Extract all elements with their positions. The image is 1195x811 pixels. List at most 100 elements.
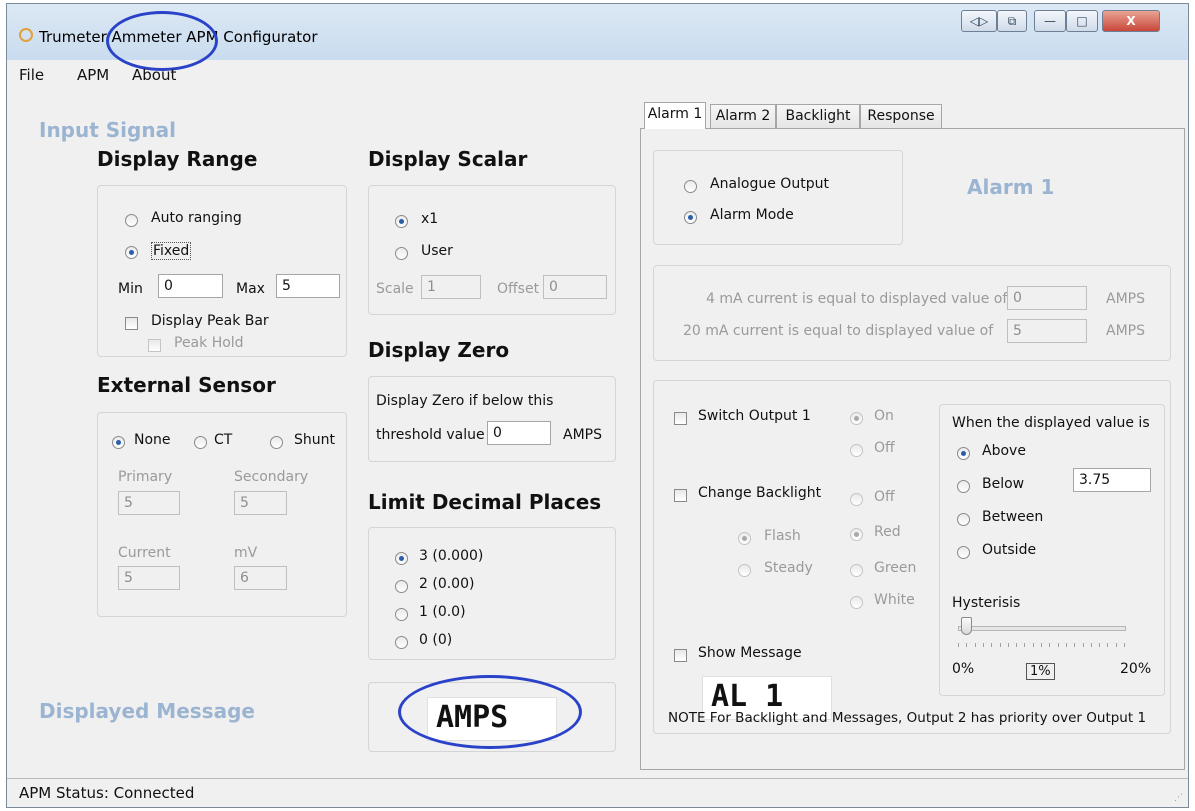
hysterisis-slider-thumb[interactable] <box>961 617 973 635</box>
analogue-output-radio[interactable] <box>684 180 697 193</box>
auto-ranging-radio[interactable] <box>125 214 138 227</box>
threshold-input[interactable]: 0 <box>487 421 551 445</box>
primary-label: Primary <box>118 469 173 485</box>
hysterisis-tick <box>1090 643 1092 647</box>
menu-apm[interactable]: APM <box>77 66 109 84</box>
input-signal-heading: Input Signal <box>39 118 176 142</box>
green-radio[interactable] <box>850 564 863 577</box>
sensor-shunt-label: Shunt <box>294 432 335 448</box>
menu-about[interactable]: About <box>132 66 176 84</box>
tab-alarm-2[interactable]: Alarm 2 <box>710 104 776 129</box>
secondary-label: Secondary <box>234 469 309 485</box>
sensor-none-label: None <box>134 432 171 448</box>
decimal-1-label: 1 (0.0) <box>419 604 466 620</box>
trigger-condition-group: When the displayed value is Above Below … <box>939 404 1165 696</box>
resize-grip-icon[interactable]: ⋰ <box>1174 793 1184 803</box>
app-window: Trumeter Ammeter APM Configurator ◁▷ ⧉ —… <box>6 3 1189 808</box>
output-off-radio[interactable] <box>850 444 863 457</box>
white-radio[interactable] <box>850 596 863 609</box>
above-radio[interactable] <box>957 447 970 460</box>
decimal-0-radio[interactable] <box>395 636 408 649</box>
hysterisis-tick <box>1041 643 1042 647</box>
status-bar: APM Status: Connected ⋰ <box>7 778 1188 807</box>
peak-hold-checkbox[interactable] <box>148 339 161 352</box>
display-range-group: Auto ranging Fixed Min 0 Max 5 Display P… <box>97 185 347 357</box>
minimize-button[interactable]: — <box>1034 10 1066 32</box>
maximize-button[interactable]: □ <box>1066 10 1098 32</box>
output-on-radio[interactable] <box>850 412 863 425</box>
flash-label: Flash <box>764 528 801 544</box>
display-peak-bar-label: Display Peak Bar <box>151 313 269 329</box>
red-radio[interactable] <box>850 528 863 541</box>
hysterisis-tick <box>958 643 959 647</box>
hysterisis-tick <box>1016 643 1018 647</box>
show-message-checkbox[interactable] <box>674 649 687 662</box>
min-input[interactable]: 0 <box>158 274 223 298</box>
red-label: Red <box>874 524 901 540</box>
tab-alarm-1[interactable]: Alarm 1 <box>644 102 706 129</box>
tab-backlight[interactable]: Backlight <box>776 104 860 129</box>
scalar-user-radio[interactable] <box>395 247 408 260</box>
ma20-input[interactable]: 5 <box>1007 319 1087 343</box>
sensor-ct-radio[interactable] <box>194 436 207 449</box>
decimal-1-radio[interactable] <box>395 608 408 621</box>
below-label: Below <box>982 476 1025 492</box>
display-scalar-heading: Display Scalar <box>368 147 528 171</box>
hysterisis-min-label: 0% <box>952 661 975 677</box>
ma4-unit: AMPS <box>1106 291 1145 307</box>
scale-label: Scale <box>376 281 414 297</box>
display-zero-group: Display Zero if below this threshold val… <box>368 376 616 462</box>
restore-pane-icon[interactable]: ◁▷ <box>961 10 997 32</box>
current-input[interactable]: 5 <box>118 566 180 590</box>
current-label: Current <box>118 545 171 561</box>
scalar-x1-radio[interactable] <box>395 215 408 228</box>
analogue-output-label: Analogue Output <box>710 176 829 192</box>
sensor-shunt-radio[interactable] <box>270 436 283 449</box>
alarm-1-heading: Alarm 1 <box>967 175 1055 199</box>
switch-output-checkbox[interactable] <box>674 412 687 425</box>
display-peak-bar-checkbox[interactable] <box>125 317 138 330</box>
sensor-none-radio[interactable] <box>112 436 125 449</box>
steady-radio[interactable] <box>738 564 751 577</box>
secondary-input[interactable]: 5 <box>234 491 287 515</box>
hysterisis-tick <box>1065 643 1067 647</box>
mv-input[interactable]: 6 <box>234 566 287 590</box>
menu-file[interactable]: File <box>19 66 44 84</box>
hysterisis-label: Hysterisis <box>952 595 1021 611</box>
green-label: Green <box>874 560 917 576</box>
alarm-1-panel: Analogue Output Alarm Mode Alarm 1 4 mA … <box>640 128 1185 770</box>
alarm-mode-label: Alarm Mode <box>710 207 794 223</box>
below-radio[interactable] <box>957 480 970 493</box>
decimal-2-label: 2 (0.00) <box>419 576 475 592</box>
decimal-3-radio[interactable] <box>395 552 408 565</box>
threshold-value-input[interactable]: 3.75 <box>1073 468 1151 492</box>
hysterisis-value: 1% <box>1026 663 1055 680</box>
hysterisis-tick <box>1115 643 1117 647</box>
fixed-radio[interactable] <box>125 246 138 259</box>
ma4-input[interactable]: 0 <box>1007 286 1087 310</box>
offset-input[interactable]: 0 <box>543 275 607 299</box>
decimal-2-radio[interactable] <box>395 580 408 593</box>
outside-radio[interactable] <box>957 546 970 559</box>
scale-input[interactable]: 1 <box>421 275 481 299</box>
hysterisis-tick <box>1049 643 1051 647</box>
primary-input[interactable]: 5 <box>118 491 180 515</box>
hysterisis-tick <box>1124 643 1125 647</box>
mv-label: mV <box>234 545 258 561</box>
offset-label: Offset <box>497 281 540 297</box>
backlight-off-radio[interactable] <box>850 493 863 506</box>
snapshot-icon[interactable]: ⧉ <box>997 10 1027 32</box>
close-button[interactable]: X <box>1102 10 1160 32</box>
tab-response[interactable]: Response <box>860 104 942 129</box>
hysterisis-slider-track[interactable] <box>958 626 1126 631</box>
hysterisis-tick <box>1107 643 1109 647</box>
flash-radio[interactable] <box>738 532 751 545</box>
trigger-condition-label: When the displayed value is <box>952 415 1150 431</box>
alarm-mode-radio[interactable] <box>684 211 697 224</box>
between-radio[interactable] <box>957 513 970 526</box>
change-backlight-checkbox[interactable] <box>674 489 687 502</box>
max-input[interactable]: 5 <box>276 274 340 298</box>
show-message-label: Show Message <box>698 645 802 661</box>
between-label: Between <box>982 509 1044 525</box>
auto-ranging-label: Auto ranging <box>151 210 242 226</box>
